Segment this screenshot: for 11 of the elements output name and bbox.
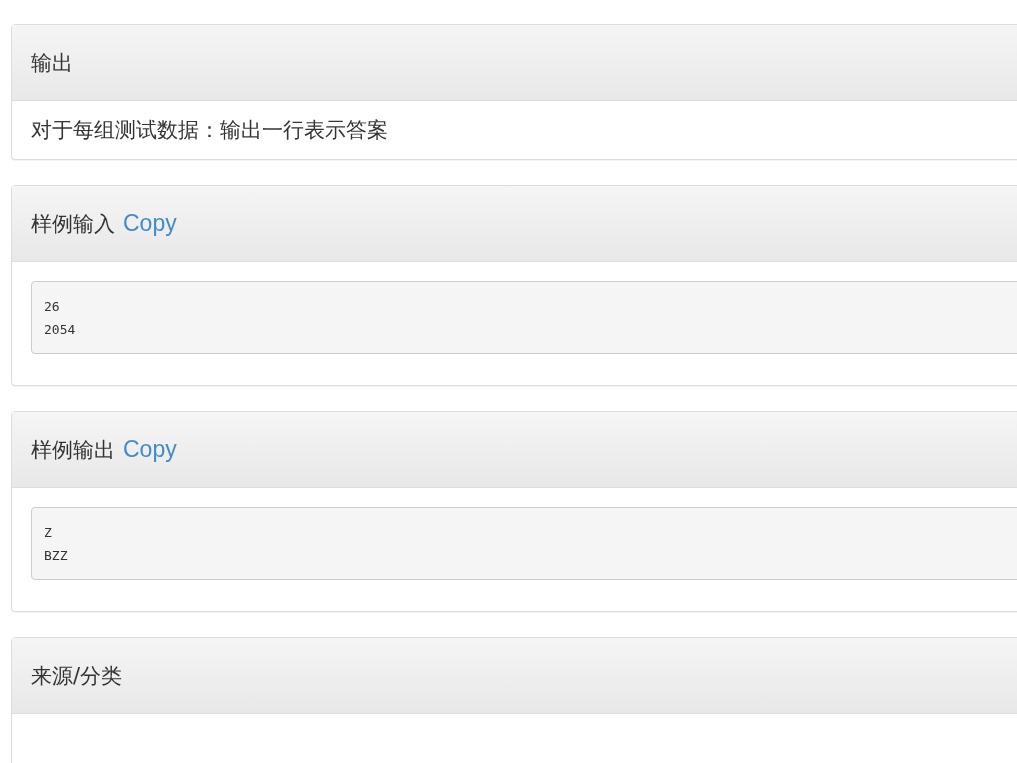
copy-link[interactable]: Copy xyxy=(123,210,177,237)
code-line: 2054 xyxy=(44,321,76,339)
panel-title: 样例输出 xyxy=(31,436,115,464)
panel-title: 输出 xyxy=(31,49,73,77)
code-line: BZZ xyxy=(44,547,68,565)
code-line: 26 xyxy=(44,298,60,316)
code-line: Z xyxy=(44,524,52,542)
copy-link[interactable]: Copy xyxy=(123,436,177,463)
panel-text: 对于每组测试数据：输出一行表示答案 xyxy=(31,117,389,144)
panel-title: 来源/分类 xyxy=(31,662,123,690)
panel-title: 样例输入 xyxy=(31,210,115,238)
